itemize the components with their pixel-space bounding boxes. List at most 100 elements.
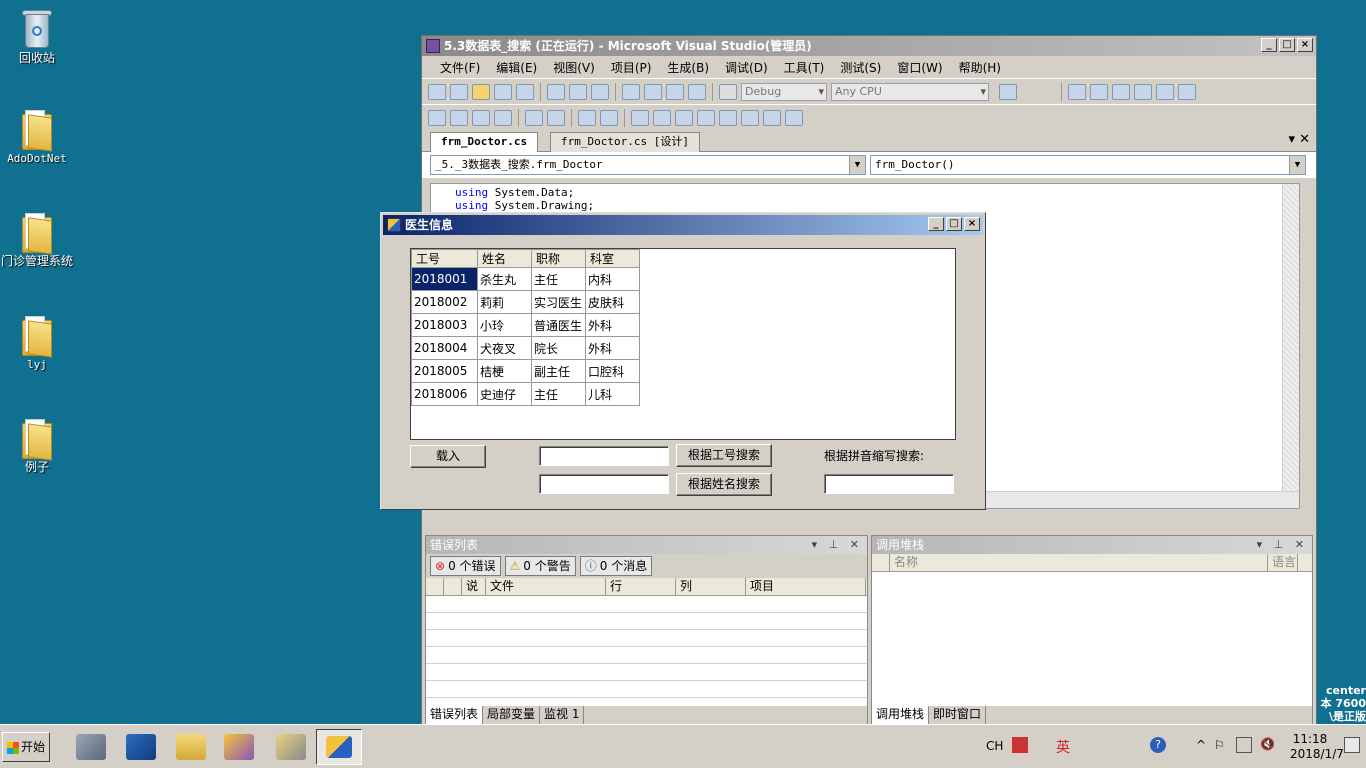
tab-call-stack[interactable]: 调用堆栈 <box>872 706 930 724</box>
clock[interactable]: 11:18 2018/1/7 <box>1290 732 1344 762</box>
minimize-button[interactable]: _ <box>1261 38 1277 52</box>
add-item-icon[interactable] <box>450 83 468 100</box>
paste-icon[interactable] <box>591 83 609 100</box>
cell[interactable]: 莉莉 <box>477 290 532 314</box>
column-header[interactable]: 名称 <box>890 554 1268 571</box>
find-in-files-icon[interactable] <box>999 83 1017 100</box>
outdent-icon[interactable] <box>547 109 565 126</box>
menu-tools[interactable]: 工具(T) <box>776 59 833 76</box>
table-row[interactable]: 2018003 小玲 普通医生 外科 <box>411 313 640 337</box>
maximize-button[interactable]: □ <box>946 217 962 231</box>
search-by-id-button[interactable]: 根据工号搜索 <box>676 444 772 467</box>
menu-file[interactable]: 文件(F) <box>432 59 488 76</box>
column-header[interactable]: 语言 <box>1268 554 1298 571</box>
start-debugging-icon[interactable] <box>719 83 737 100</box>
help-icon[interactable]: ? <box>1150 737 1166 753</box>
ime-mode-label[interactable]: 英 <box>1056 737 1070 757</box>
cell[interactable]: 主任 <box>531 267 586 291</box>
action-center-flag-icon[interactable]: ⚐ <box>1214 738 1225 752</box>
stop-debugging-icon[interactable] <box>1112 83 1130 100</box>
cell[interactable]: 皮肤科 <box>585 290 640 314</box>
network-icon[interactable] <box>1236 737 1252 753</box>
show-next-statement-icon[interactable] <box>1156 83 1174 100</box>
column-header[interactable] <box>872 554 890 571</box>
tab-immediate[interactable]: 即时窗口 <box>929 706 987 724</box>
cell[interactable]: 副主任 <box>531 359 586 383</box>
new-project-icon[interactable] <box>428 83 446 100</box>
close-button[interactable]: × <box>1297 38 1313 52</box>
doctor-grid[interactable]: 工号 姓名 职称 科室 2018001 杀生丸 主任 内科 2018002 莉莉… <box>410 248 956 440</box>
visual-studio-icon[interactable] <box>216 729 262 765</box>
cell[interactable]: 史迪仔 <box>477 382 532 406</box>
column-header[interactable]: 列 <box>676 578 746 595</box>
bookmark-icon[interactable] <box>631 109 649 126</box>
volume-muted-icon[interactable]: 🔇 <box>1260 737 1275 751</box>
column-header[interactable]: 文件 <box>486 578 606 595</box>
copy-icon[interactable] <box>569 83 587 100</box>
menu-view[interactable]: 视图(V) <box>545 59 603 76</box>
comment-icon[interactable] <box>578 109 596 126</box>
id-search-input[interactable] <box>539 446 669 466</box>
bookmark-icon[interactable] <box>653 109 671 126</box>
start-button[interactable]: 开始 <box>2 732 50 762</box>
menu-edit[interactable]: 编辑(E) <box>488 59 545 76</box>
column-header-id[interactable]: 工号 <box>411 249 478 268</box>
table-row[interactable]: 2018006 史迪仔 主任 儿科 <box>411 382 640 406</box>
column-header[interactable]: 行 <box>606 578 676 595</box>
menu-build[interactable]: 生成(B) <box>659 59 717 76</box>
cell[interactable]: 儿科 <box>585 382 640 406</box>
bookmark-icon[interactable] <box>741 109 759 126</box>
bookmark-icon[interactable] <box>719 109 737 126</box>
cell[interactable]: 2018005 <box>411 359 478 383</box>
table-row[interactable]: 2018001 杀生丸 主任 内科 <box>411 267 640 291</box>
save-icon[interactable] <box>494 83 512 100</box>
cell[interactable]: 2018003 <box>411 313 478 337</box>
load-button[interactable]: 载入 <box>410 445 486 468</box>
menu-window[interactable]: 窗口(W) <box>889 59 950 76</box>
panel-controls[interactable]: ▾ ⊥ ✕ <box>1257 536 1308 554</box>
tools-icon[interactable] <box>268 729 314 765</box>
continue-icon[interactable] <box>1068 83 1086 100</box>
cell[interactable]: 口腔科 <box>585 359 640 383</box>
cell[interactable]: 杀生丸 <box>477 267 532 291</box>
name-search-input[interactable] <box>539 474 669 494</box>
tab-designer[interactable]: frm_Doctor.cs [设计] <box>550 132 700 152</box>
maximize-button[interactable]: □ <box>1279 38 1295 52</box>
minimize-button[interactable]: _ <box>928 217 944 231</box>
menu-project[interactable]: 项目(P) <box>603 59 660 76</box>
doctor-form-task-icon[interactable] <box>316 729 362 765</box>
save-all-icon[interactable] <box>516 83 534 100</box>
errors-filter-button[interactable]: ⊗ 0 个错误 <box>430 556 501 576</box>
tab-locals[interactable]: 局部变量 <box>483 706 541 724</box>
bookmark-icon[interactable] <box>785 109 803 126</box>
cell[interactable]: 外科 <box>585 336 640 360</box>
table-row[interactable]: 2018002 莉莉 实习医生 皮肤科 <box>411 290 640 314</box>
cell[interactable]: 内科 <box>585 267 640 291</box>
indent-icon[interactable] <box>525 109 543 126</box>
column-header[interactable] <box>444 578 462 595</box>
ime-icon[interactable] <box>1012 737 1028 753</box>
server-manager-icon[interactable] <box>68 729 114 765</box>
layout-icon[interactable] <box>450 109 468 126</box>
cell[interactable]: 普通医生 <box>531 313 586 337</box>
column-header-name[interactable]: 姓名 <box>477 249 532 268</box>
powershell-icon[interactable] <box>118 729 164 765</box>
table-row[interactable]: 2018005 桔梗 副主任 口腔科 <box>411 359 640 383</box>
cell[interactable]: 主任 <box>531 382 586 406</box>
show-hidden-icons-icon[interactable]: ^ <box>1196 738 1206 752</box>
cell[interactable]: 2018004 <box>411 336 478 360</box>
search-by-name-button[interactable]: 根据姓名搜索 <box>676 473 772 496</box>
menu-debug[interactable]: 调试(D) <box>717 59 776 76</box>
type-combo[interactable]: _5._3数据表_搜索.frm_Doctor ▼ <box>430 155 866 175</box>
column-header[interactable]: 项目 <box>746 578 866 595</box>
cell[interactable]: 2018002 <box>411 290 478 314</box>
column-header-title[interactable]: 职称 <box>531 249 586 268</box>
desktop-icon-lyj[interactable]: lyj <box>0 316 74 371</box>
column-header[interactable] <box>426 578 444 595</box>
desktop-icon-recycle-bin[interactable]: 回收站 <box>0 8 74 65</box>
desktop-icon-adodotnet[interactable]: AdoDotNet <box>0 110 74 165</box>
explorer-icon[interactable] <box>168 729 214 765</box>
cell[interactable]: 小玲 <box>477 313 532 337</box>
call-stack-title-bar[interactable]: 调用堆栈 ▾ ⊥ ✕ <box>872 536 1312 554</box>
tab-watch[interactable]: 监视 1 <box>540 706 585 724</box>
